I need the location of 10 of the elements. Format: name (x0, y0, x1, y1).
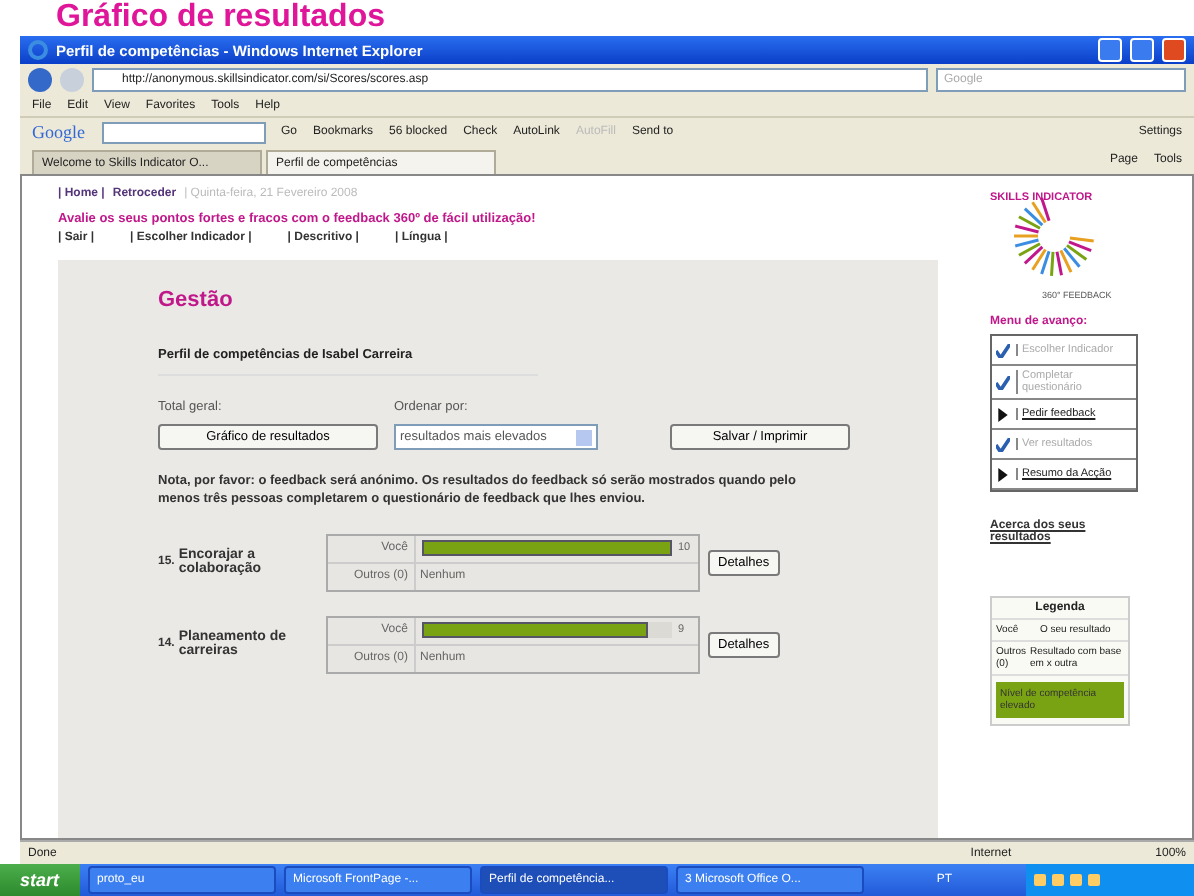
back-button[interactable] (28, 68, 52, 92)
close-button[interactable] (1162, 38, 1186, 62)
page-heading: Gestão (158, 288, 235, 312)
maximize-button[interactable] (1130, 38, 1154, 62)
minimize-button[interactable] (1098, 38, 1122, 62)
slide-title: Gráfico de resultados (56, 0, 385, 36)
toolbar-search-field[interactable] (101, 121, 265, 143)
browser-icon (28, 40, 48, 60)
start-button[interactable]: start (0, 864, 80, 896)
toolbar-logo: Google (32, 122, 85, 142)
